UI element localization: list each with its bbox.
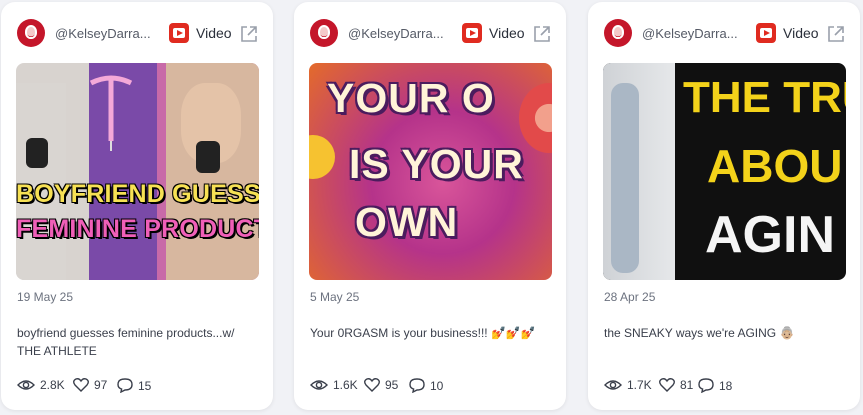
avatar[interactable]: [17, 19, 45, 47]
post-card[interactable]: @KelseyDarra... Video YOUR O IS YOUR OWN…: [294, 2, 566, 410]
post-caption: boyfriend guesses feminine products...w/…: [17, 326, 235, 358]
likes-count: 81: [680, 378, 694, 392]
person-photo: [611, 83, 639, 273]
youtube-icon: [462, 23, 482, 43]
comments-stat: 15: [117, 378, 151, 393]
likes-count: 95: [385, 378, 399, 392]
likes-count: 97: [94, 378, 108, 392]
views-stat: 2.8K: [17, 378, 65, 392]
video-thumbnail[interactable]: THE TRU ABOU AGIN: [603, 63, 846, 280]
comment-icon: [117, 378, 133, 393]
author-handle[interactable]: @KelseyDarra...: [348, 26, 450, 41]
video-thumbnail[interactable]: BOYFRIEND GUESSES FEMININE PRODUCTS: [16, 63, 259, 280]
post-type-label: Video: [489, 25, 525, 41]
thumbnail-text: AGIN: [705, 206, 835, 264]
thumbnail-text: THE TRU: [683, 73, 846, 122]
thumbnail-text: YOUR O: [327, 75, 495, 121]
post-date: 19 May 25: [17, 290, 74, 304]
comment-icon: [698, 378, 714, 393]
heart-icon: [73, 378, 89, 392]
video-thumbnail[interactable]: YOUR O IS YOUR OWN: [309, 63, 552, 280]
eye-icon: [604, 380, 622, 390]
comments-stat: 18: [698, 378, 732, 393]
thumbnail-text: BOYFRIEND GUESSES: [16, 180, 259, 208]
views-count: 1.7K: [627, 378, 652, 392]
post-caption: the SNEAKY ways we're AGING 👵🏼: [604, 326, 795, 340]
views-count: 2.8K: [40, 378, 65, 392]
emoji-face: [309, 135, 335, 179]
heart-icon: [659, 378, 675, 392]
card-header: @KelseyDarra... Video: [604, 18, 846, 50]
comments-count: 10: [430, 378, 444, 393]
post-caption: Your 0RGASM is your business!!! 💅💅💅: [310, 326, 536, 340]
views-stat: 1.6K: [310, 378, 358, 392]
card-header: @KelseyDarra... Video: [17, 18, 259, 50]
eye-icon: [310, 380, 328, 390]
likes-stat: 81: [659, 378, 693, 392]
views-count: 1.6K: [333, 378, 358, 392]
comments-stat: 10: [409, 378, 443, 393]
post-card[interactable]: @KelseyDarra... Video THE TRU ABOU AGIN …: [588, 2, 860, 410]
comment-icon: [409, 378, 425, 393]
iud-graphic: [89, 75, 133, 151]
thumbnail-text: FEMININE PRODUCTS: [16, 215, 259, 243]
post-type-label: Video: [196, 25, 232, 41]
external-link-icon[interactable]: [826, 24, 846, 44]
views-stat: 1.7K: [604, 378, 652, 392]
eye-icon: [17, 380, 35, 390]
post-date: 28 Apr 25: [604, 290, 656, 304]
author-handle[interactable]: @KelseyDarra...: [642, 26, 744, 41]
heart-icon: [364, 378, 380, 392]
post-type-label: Video: [783, 25, 819, 41]
thumbnail-text: IS YOUR: [349, 141, 524, 187]
youtube-icon: [169, 23, 189, 43]
external-link-icon[interactable]: [239, 24, 259, 44]
avatar[interactable]: [604, 19, 632, 47]
likes-stat: 97: [73, 378, 107, 392]
avatar[interactable]: [310, 19, 338, 47]
card-header: @KelseyDarra... Video: [310, 18, 552, 50]
comments-count: 18: [719, 378, 733, 393]
author-handle[interactable]: @KelseyDarra...: [55, 26, 157, 41]
post-date: 5 May 25: [310, 290, 360, 304]
thumbnail-text: ABOU: [707, 140, 843, 192]
youtube-icon: [756, 23, 776, 43]
likes-stat: 95: [364, 378, 398, 392]
thumbnail-text: OWN: [355, 199, 459, 245]
external-link-icon[interactable]: [532, 24, 552, 44]
comments-count: 15: [138, 378, 152, 393]
post-card[interactable]: @KelseyDarra... Video BOYFRIEND GUESSES …: [1, 2, 273, 410]
